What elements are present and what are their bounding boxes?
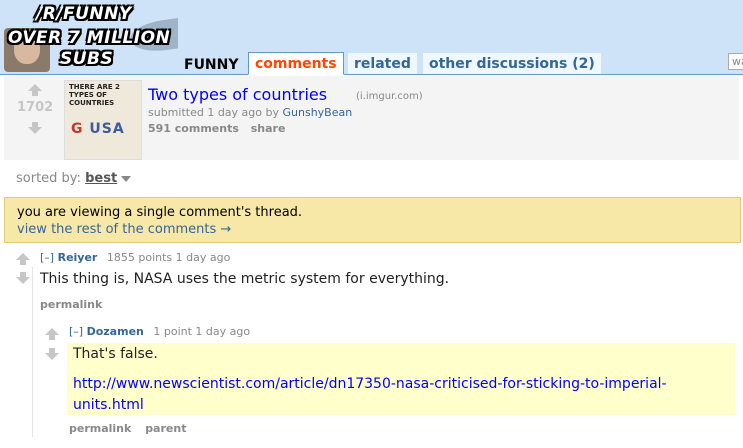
thread-line [32, 267, 33, 437]
subreddit-banner[interactable]: /R/FUNNY OVER 7 MILLION SUBS [0, 0, 178, 74]
comment-upvote-icon[interactable] [16, 253, 30, 265]
header-bar: /R/FUNNY OVER 7 MILLION SUBS FUNNY comme… [0, 0, 743, 75]
search-input[interactable]: wa [728, 53, 743, 70]
comment-tagline: [–] Reiyer 1855 points 1 day ago [40, 251, 230, 264]
comment-author-link[interactable]: Dozamen [87, 325, 144, 338]
comment-buttons: permalink parent [69, 422, 196, 435]
sort-menu: sorted by: best [16, 171, 132, 186]
banner-text-line-3: SUBS [60, 49, 114, 69]
parent-link[interactable]: parent [145, 422, 186, 435]
post-thumbnail[interactable]: THERE ARE 2 TYPES OF COUNTRIES G USA [64, 80, 142, 160]
permalink-link[interactable]: permalink [69, 422, 131, 435]
post-author-link[interactable]: GunshyBean [283, 106, 353, 119]
sort-dropdown[interactable]: best [85, 171, 117, 186]
sort-label: sorted by: [16, 171, 81, 186]
chevron-down-icon[interactable] [121, 175, 132, 182]
post-domain[interactable]: (i.imgur.com) [356, 91, 423, 102]
post-tagline: submitted 1 day ago by GunshyBean [148, 106, 352, 119]
tab-other-discussions[interactable]: other discussions (2) [423, 53, 601, 74]
banner-text-line-2: OVER 7 MILLION [8, 28, 171, 48]
thumbnail-text: THERE ARE 2 TYPES OF COUNTRIES [69, 83, 120, 107]
comment-downvote-icon[interactable] [16, 272, 30, 284]
thumbnail-usa: G USA [71, 121, 125, 137]
notice-text: you are viewing a single comment's threa… [17, 205, 303, 220]
share-link[interactable]: share [251, 122, 286, 135]
subreddit-name[interactable]: FUNNY [184, 57, 239, 73]
post-upvote-icon[interactable] [28, 84, 42, 96]
comment-body: That's false. [73, 346, 158, 362]
banner-text-line-1: /R/FUNNY [36, 4, 132, 24]
comment-upvote-icon[interactable] [45, 328, 59, 340]
collapse-button[interactable]: [–] [69, 325, 83, 338]
permalink-link[interactable]: permalink [40, 298, 102, 311]
single-thread-notice: you are viewing a single comment's threa… [4, 197, 741, 243]
comment-tagline: [–] Dozamen 1 point 1 day ago [69, 325, 250, 338]
post-title[interactable]: Two types of countries [148, 85, 327, 104]
post-buttons: 591 comments share [148, 122, 293, 135]
comments-link[interactable]: 591 comments [148, 122, 239, 135]
comment-meta: 1855 points 1 day ago [106, 251, 231, 264]
comment-downvote-icon[interactable] [45, 348, 59, 360]
comment-buttons: permalink [40, 298, 112, 311]
comment-meta: 1 point 1 day ago [153, 325, 251, 338]
post-score: 1702 [17, 100, 54, 115]
tab-comments[interactable]: comments [248, 52, 344, 75]
tab-related[interactable]: related [348, 53, 417, 74]
post-downvote-icon[interactable] [28, 122, 42, 134]
collapse-button[interactable]: [–] [40, 251, 54, 264]
comment-body: This thing is, NASA uses the metric syst… [40, 271, 450, 287]
submitted-text: submitted 1 day ago by [148, 106, 279, 119]
comment-author-link[interactable]: Reiyer [58, 251, 98, 264]
comment-link[interactable]: http://www.newscientist.com/article/dn17… [73, 374, 733, 416]
view-rest-link[interactable]: view the rest of the comments → [17, 222, 231, 237]
